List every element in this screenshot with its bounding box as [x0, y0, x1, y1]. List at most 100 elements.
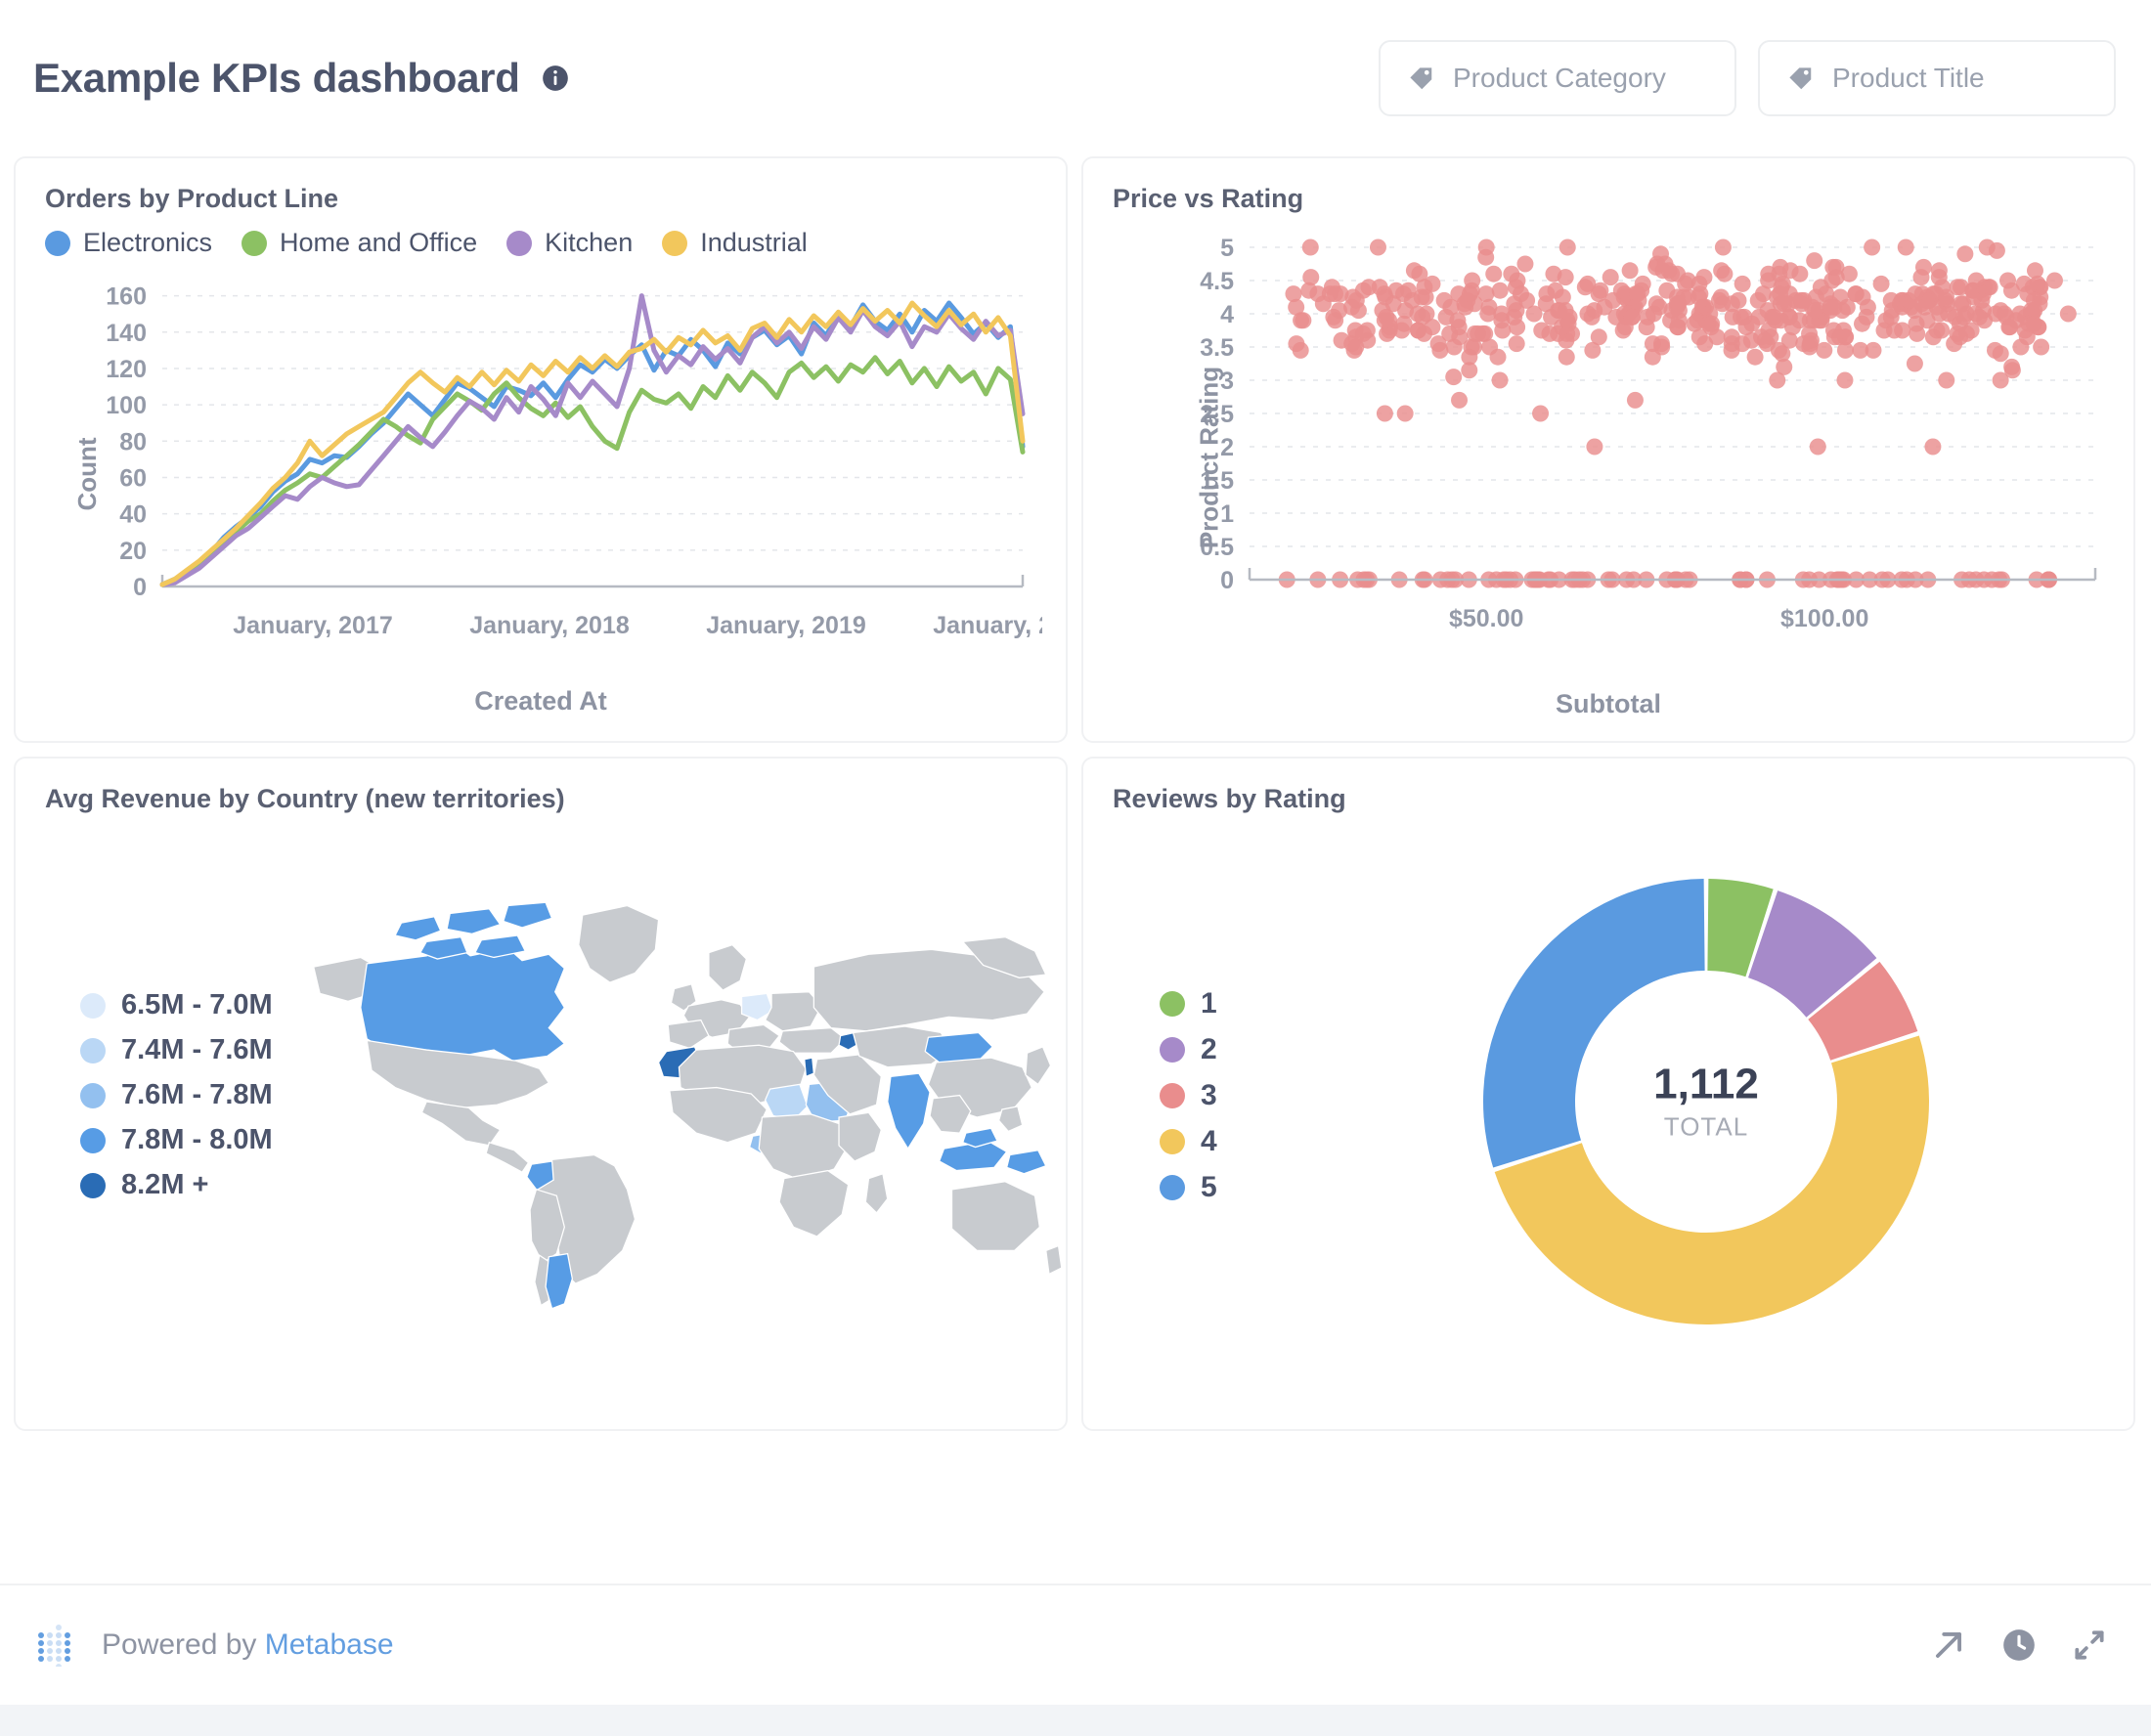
dashboard-header: Example KPIs dashboard Product Category	[0, 0, 2151, 156]
map-region-madagascar[interactable]	[865, 1174, 887, 1213]
map-body: 6.5M - 7.0M 7.4M - 7.6M 7.6M - 7.8M 7.8M…	[45, 828, 1036, 1375]
map-region-canada-arctic-5[interactable]	[475, 935, 525, 957]
title-group: Example KPIs dashboard	[33, 55, 569, 102]
svg-text:40: 40	[119, 501, 147, 529]
map-region-iberia[interactable]	[668, 1020, 709, 1049]
map-region-s-africa[interactable]	[779, 1171, 849, 1237]
map-region-canada-arctic-3[interactable]	[504, 902, 552, 928]
filter-product-category[interactable]: Product Category	[1379, 40, 1736, 116]
map-region-mexico[interactable]	[421, 1102, 500, 1146]
legend-label-electronics: Electronics	[83, 228, 212, 258]
map-region-e-africa[interactable]	[839, 1112, 881, 1161]
map-region-argentina[interactable]	[546, 1254, 572, 1309]
filter-product-title-label: Product Title	[1832, 63, 1985, 94]
map-legend-item[interactable]: 8.2M +	[80, 1169, 273, 1201]
legend-label-home-and-office: Home and Office	[280, 228, 477, 258]
donut-legend-label-4: 4	[1201, 1125, 1217, 1158]
svg-text:140: 140	[106, 320, 147, 347]
donut-legend-item-2[interactable]: 2	[1160, 1033, 1308, 1066]
map-region-philippines[interactable]	[998, 1107, 1022, 1132]
map-region-w-africa[interactable]	[670, 1088, 767, 1143]
map-region-greenland[interactable]	[578, 906, 658, 983]
svg-text:$50.00: $50.00	[1449, 605, 1523, 632]
map-legend-label: 7.8M - 8.0M	[121, 1124, 273, 1156]
legend-item-electronics[interactable]: Electronics	[45, 228, 212, 258]
donut-chart-svg[interactable]	[1471, 867, 1941, 1336]
map-region-canada-arctic-2[interactable]	[447, 909, 501, 934]
map-legend-item[interactable]: 7.8M - 8.0M	[80, 1124, 273, 1156]
clock-icon[interactable]	[2000, 1627, 2038, 1664]
map-legend-item[interactable]: 6.5M - 7.0M	[80, 989, 273, 1021]
svg-text:100: 100	[106, 392, 147, 419]
card-title-orders: Orders by Product Line	[45, 184, 1036, 214]
map-region-canada-arctic-1[interactable]	[395, 917, 441, 940]
donut-legend-item-1[interactable]: 1	[1160, 987, 1308, 1020]
map-region-central-america[interactable]	[486, 1143, 528, 1172]
svg-text:4: 4	[1220, 301, 1234, 328]
legend-item-kitchen[interactable]: Kitchen	[506, 228, 633, 258]
map-legend-swatch	[80, 1128, 106, 1153]
svg-text:$100.00: $100.00	[1780, 605, 1868, 632]
brand-group[interactable]: Powered by Metabase	[33, 1624, 394, 1667]
donut-slice-5[interactable]	[1483, 879, 1705, 1167]
external-link-icon[interactable]	[1930, 1627, 1967, 1664]
map-legend-item[interactable]: 7.4M - 7.6M	[80, 1034, 273, 1066]
map-legend-label: 7.4M - 7.6M	[121, 1034, 273, 1066]
map-legend-item[interactable]: 7.6M - 7.8M	[80, 1079, 273, 1111]
metabase-link[interactable]: Metabase	[265, 1628, 394, 1661]
line-chart-area[interactable]: Count 020406080100120140160January, 2017…	[45, 264, 1036, 684]
map-legend-label: 6.5M - 7.0M	[121, 989, 273, 1021]
donut-legend-item-3[interactable]: 3	[1160, 1079, 1308, 1112]
map-region-india[interactable]	[887, 1073, 929, 1149]
world-map-svg[interactable]	[273, 872, 1065, 1331]
metabase-logo-icon	[33, 1624, 76, 1667]
card-orders-by-product-line[interactable]: Orders by Product Line Electronics Home …	[14, 156, 1068, 743]
map-region-png[interactable]	[1006, 1150, 1045, 1174]
map-region-canada[interactable]	[361, 943, 565, 1061]
donut-legend-swatch-1	[1160, 991, 1185, 1017]
legend-orders: Electronics Home and Office Kitchen Indu…	[45, 228, 1036, 258]
filter-bar: Product Category Product Title	[1379, 40, 2116, 116]
map-canvas[interactable]	[273, 828, 1065, 1375]
scatter-chart-svg[interactable]: 00.511.522.533.544.55$50.00$100.00	[1113, 228, 2110, 638]
svg-text:4.5: 4.5	[1200, 268, 1234, 295]
dashboard-page: Example KPIs dashboard Product Category	[0, 0, 2151, 1736]
line-chart-svg[interactable]: 020406080100120140160January, 2017Januar…	[45, 264, 1042, 655]
filter-product-title[interactable]: Product Title	[1758, 40, 2116, 116]
map-region-japan-korea[interactable]	[1026, 1047, 1051, 1084]
tag-icon	[1406, 64, 1435, 93]
x-axis-title-created-at: Created At	[45, 686, 1036, 716]
tag-icon	[1785, 64, 1815, 93]
map-legend-swatch	[80, 1173, 106, 1198]
legend-swatch-kitchen	[506, 231, 532, 256]
card-title-price-vs-rating: Price vs Rating	[1113, 184, 2104, 214]
bottom-strip	[0, 1705, 2151, 1736]
legend-label-kitchen: Kitchen	[545, 228, 633, 258]
card-title-reviews: Reviews by Rating	[1113, 784, 2104, 814]
map-region-turkey-caucasus[interactable]	[779, 1028, 845, 1054]
donut-legend-item-4[interactable]: 4	[1160, 1125, 1308, 1158]
card-title-map: Avg Revenue by Country (new territories)	[45, 784, 1036, 814]
info-icon[interactable]	[542, 65, 569, 92]
legend-item-industrial[interactable]: Industrial	[662, 228, 808, 258]
legend-swatch-industrial	[662, 231, 687, 256]
card-avg-revenue-by-country[interactable]: Avg Revenue by Country (new territories)…	[14, 757, 1068, 1431]
x-axis-title-subtotal: Subtotal	[1113, 689, 2104, 719]
svg-text:60: 60	[119, 464, 147, 492]
map-region-scandinavia[interactable]	[709, 945, 746, 991]
map-region-new-zealand[interactable]	[1045, 1246, 1061, 1275]
map-region-e-europe[interactable]	[765, 992, 821, 1031]
map-legend-swatch	[80, 1083, 106, 1108]
map-region-australia[interactable]	[951, 1182, 1039, 1251]
fullscreen-icon[interactable]	[2071, 1627, 2108, 1664]
scatter-chart-area[interactable]: Product Rating 00.511.522.533.544.55$50.…	[1113, 228, 2104, 687]
map-region-c-africa[interactable]	[759, 1114, 848, 1180]
map-region-israel[interactable]	[804, 1058, 813, 1076]
donut-legend-item-5[interactable]: 5	[1160, 1171, 1308, 1204]
donut-wrap[interactable]: 1,112 TOTAL	[1308, 867, 2104, 1336]
legend-item-home-and-office[interactable]: Home and Office	[241, 228, 477, 258]
card-reviews-by-rating[interactable]: Reviews by Rating 1 2 3	[1081, 757, 2135, 1431]
card-price-vs-rating[interactable]: Price vs Rating Product Rating 00.511.52…	[1081, 156, 2135, 743]
svg-text:January, 2019: January, 2019	[706, 612, 866, 639]
powered-by-text: Powered by Metabase	[102, 1628, 394, 1662]
